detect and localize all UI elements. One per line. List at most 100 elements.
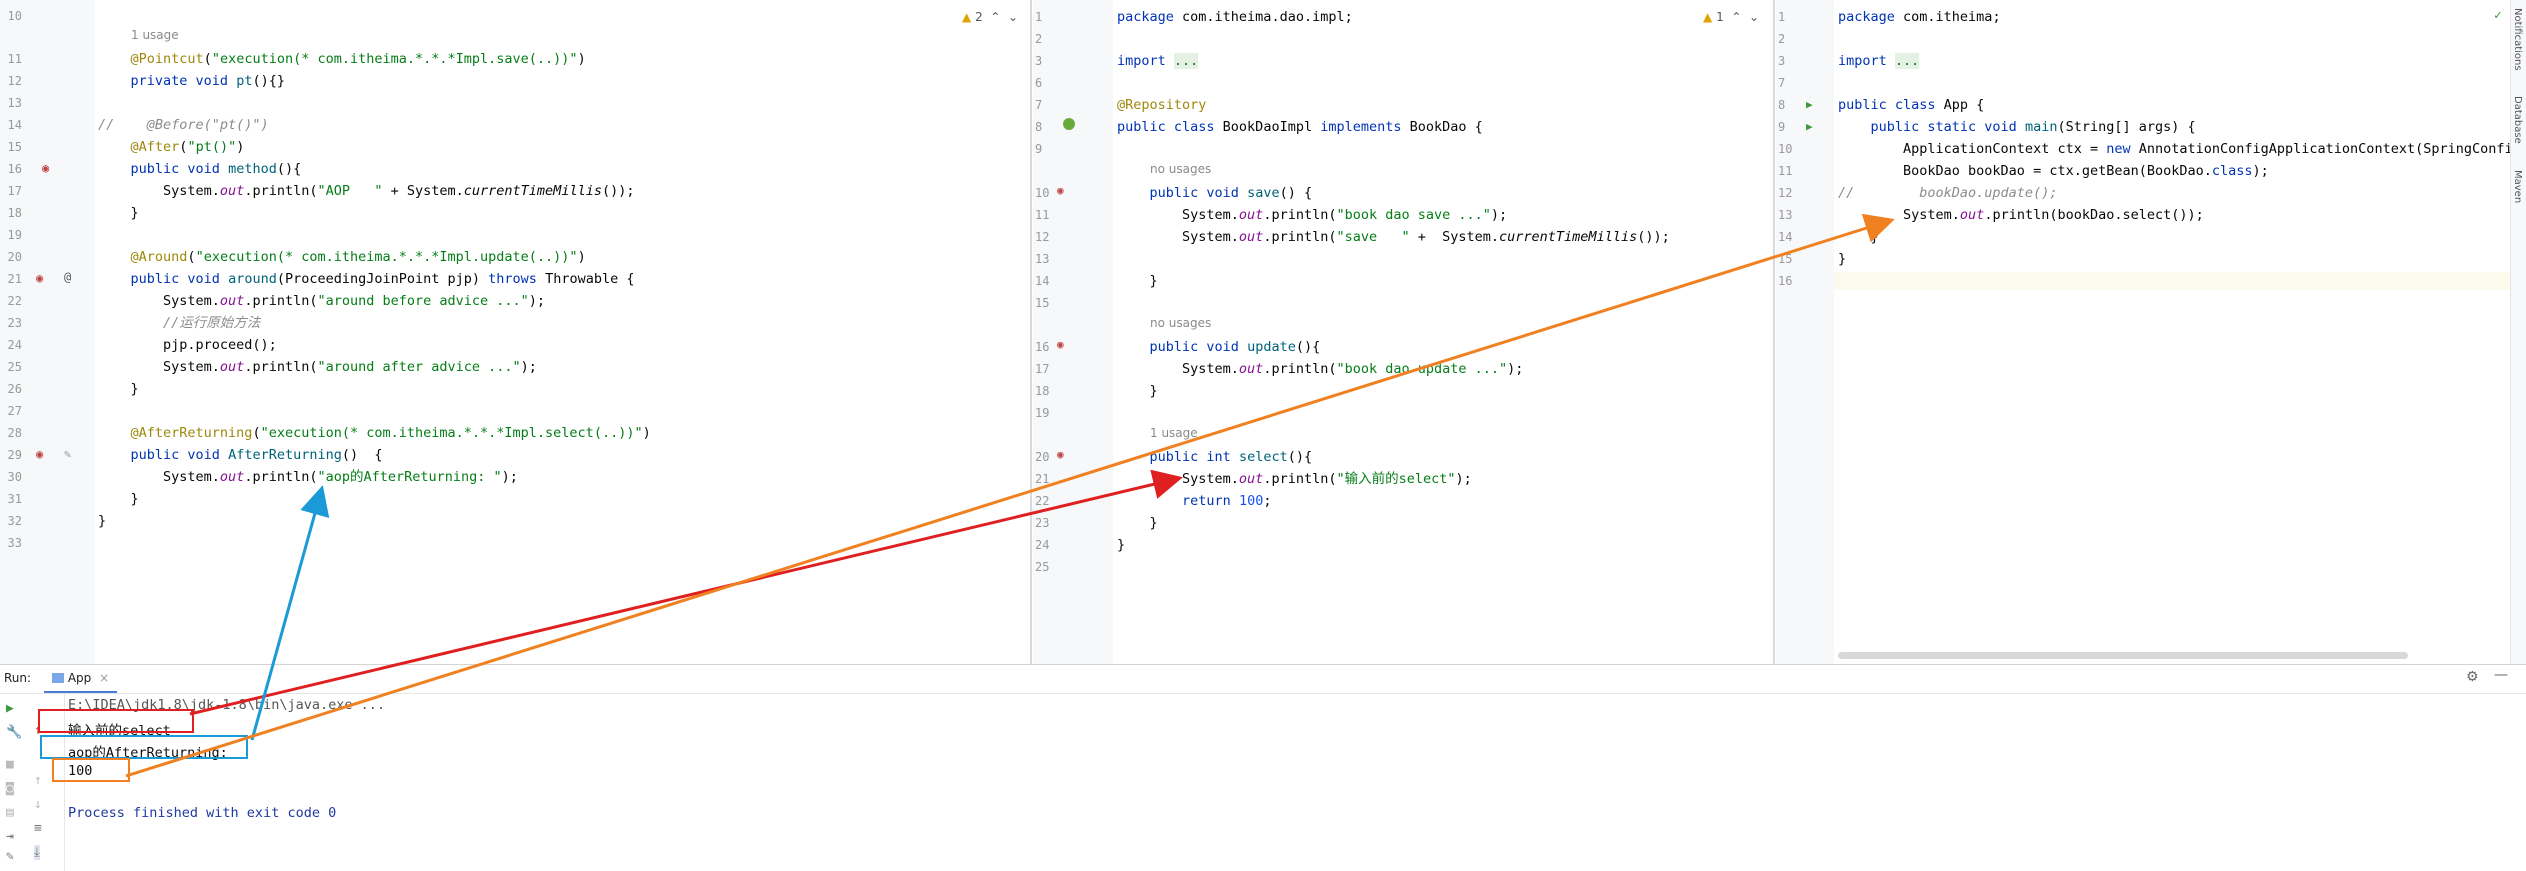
code-line[interactable]: //运行原始方法 [98,314,260,332]
code-line[interactable]: System.out.println("around before advice… [98,292,545,310]
code-line[interactable]: System.out.println("save " + System.curr… [1117,228,1670,246]
code-line[interactable]: System.out.println("输入前的select"); [1117,470,1472,488]
gear-icon[interactable]: ⚙ [2466,669,2479,685]
advice-marker-icon[interactable]: ◉ [36,271,43,285]
current-line-highlight [1834,272,2510,290]
tool-maven[interactable]: Maven [2512,170,2523,203]
code-line[interactable]: } [98,380,139,398]
line-number: 12 [1035,230,1050,244]
code-line[interactable]: pjp.proceed(); [98,336,277,354]
code-line[interactable]: public void save() { [1117,184,1313,202]
line-number: 17 [7,184,22,198]
code-line[interactable]: System.out.println("AOP " + System.curre… [98,182,634,200]
chevron-up-icon[interactable]: ⌃ [987,10,1000,24]
code-line[interactable]: public static void main(String[] args) { [1838,118,2196,136]
code-line[interactable]: @Repository [1117,96,1206,114]
code-line[interactable]: public void around(ProceedingJoinPoint p… [98,270,635,288]
code-line[interactable]: // @Before("pt()") [98,116,269,134]
minimize-icon[interactable]: — [2494,667,2508,683]
line-number: 22 [1035,494,1050,508]
usage-hint[interactable]: no usages [1150,316,1211,330]
code-line[interactable]: System.out.println(bookDao.select()); [1838,206,2204,224]
editor-divider[interactable] [1030,0,1032,664]
down-arrow-icon[interactable]: ↓ [34,797,42,812]
code-line[interactable]: // bookDao.update(); [1838,184,2057,202]
code-line[interactable]: BookDao bookDao = ctx.getBean(BookDao.cl… [1838,162,2269,180]
left-warning-indicator[interactable]: ▲ 2 ⌃ ⌄ [962,10,1018,24]
usage-hint[interactable]: no usages [1150,162,1211,176]
line-number: 10 [7,9,22,23]
advice-marker-icon[interactable]: ◉ [42,161,49,175]
code-line[interactable]: @Around("execution(* com.itheima.*.*.*Im… [98,248,586,266]
left-editor[interactable]: 10 11 @Pointcut("execution(* com.itheima.… [0,0,1030,664]
code-line[interactable]: } [1117,514,1158,532]
code-line[interactable]: return 100; [1117,492,1271,510]
pin-icon[interactable]: ✎ [6,849,14,864]
up-arrow-icon[interactable]: ↑ [34,773,42,788]
middle-warning-indicator[interactable]: ▲ 1 ⌃ ⌄ [1703,10,1759,24]
camera-icon[interactable]: ◙ [6,781,14,796]
scroll-end-icon[interactable]: ⤓ [34,845,40,860]
code-line[interactable]: } [1838,228,1879,246]
chevron-down-icon[interactable]: ⌄ [1004,10,1018,24]
tool-notifications[interactable]: Notifications [2512,8,2523,71]
line-number: 29 [7,448,22,462]
code-line[interactable]: } [1838,250,1846,268]
middle-editor[interactable]: 1 package com.itheima.dao.impl; 2 3 import .… [1033,0,1773,664]
code-line[interactable]: public void AfterReturning() { [98,446,383,464]
code-line[interactable]: public int select(){ [1117,448,1313,466]
tab-app[interactable]: App × [44,665,118,693]
code-line[interactable]: } [1117,272,1158,290]
code-line[interactable]: } [98,512,106,530]
login-icon[interactable]: ⇥ [6,829,14,844]
code-line[interactable]: public void update(){ [1117,338,1321,356]
advice-marker-icon[interactable]: ◉ [1057,184,1064,197]
code-line[interactable]: public class App { [1838,96,1984,114]
wrap-icon[interactable]: ≡ [34,821,42,836]
print-icon[interactable]: ▤ [6,805,14,820]
close-icon[interactable]: × [99,671,109,685]
run-gutter-icon[interactable]: ▶ [1806,120,1813,133]
code-line[interactable]: System.out.println("aop的AfterReturning: … [98,468,518,486]
code-line[interactable]: @Pointcut("execution(* com.itheima.*.*.*… [98,50,586,68]
code-line[interactable]: System.out.println("book dao save ..."); [1117,206,1507,224]
right-editor[interactable]: 1 package com.itheima; 2 3 import ... 7 8 publi… [1776,0,2510,664]
line-number: 1 [1035,10,1043,24]
edit-icon[interactable]: ✎ [64,447,71,461]
code-line[interactable]: } [98,490,139,508]
code-line[interactable]: import ... [1838,52,1920,70]
advice-marker-icon[interactable]: ◉ [36,447,43,461]
code-line[interactable]: } [1117,536,1125,554]
tool-database[interactable]: Database [2512,96,2523,144]
advice-marker-icon[interactable]: ◉ [1057,448,1064,461]
usage-hint[interactable]: 1 usage [131,28,179,42]
chevron-up-icon[interactable]: ⌃ [1728,10,1741,24]
annotation-box-red [38,709,194,733]
code-line[interactable]: @AfterReturning("execution(* com.itheima… [98,424,651,442]
code-line[interactable]: } [98,204,139,222]
stop-icon[interactable]: ■ [6,757,14,772]
advice-marker-icon[interactable]: ◉ [1057,338,1064,351]
code-line[interactable]: package com.itheima; [1838,8,2001,26]
code-line[interactable]: public class BookDaoImpl implements Book… [1117,118,1483,136]
line-number: 17 [1035,362,1050,376]
rerun-icon[interactable]: ▶ [6,701,14,716]
run-gutter-icon[interactable]: ▶ [1806,98,1813,111]
wrench-icon[interactable]: 🔧 [6,725,22,740]
at-sign-icon[interactable]: @ [64,270,71,284]
code-line[interactable]: ApplicationContext ctx = new AnnotationC… [1838,140,2510,158]
code-line[interactable]: System.out.println("around after advice … [98,358,537,376]
chevron-down-icon[interactable]: ⌄ [1745,10,1759,24]
code-line[interactable]: import ... [1117,52,1199,70]
code-line[interactable]: } [1117,382,1158,400]
horizontal-scrollbar[interactable] [1838,652,2408,659]
code-line[interactable]: package com.itheima.dao.impl; [1117,8,1353,26]
editor-divider[interactable] [1773,0,1775,664]
spring-bean-icon[interactable] [1063,118,1075,130]
code-line[interactable]: public void method(){ [98,160,302,178]
usage-hint[interactable]: 1 usage [1150,426,1198,440]
line-number: 11 [7,52,22,66]
code-line[interactable]: private void pt(){} [98,72,285,90]
code-line[interactable]: System.out.println("book dao update ..."… [1117,360,1523,378]
code-line[interactable]: @After("pt()") [98,138,245,156]
